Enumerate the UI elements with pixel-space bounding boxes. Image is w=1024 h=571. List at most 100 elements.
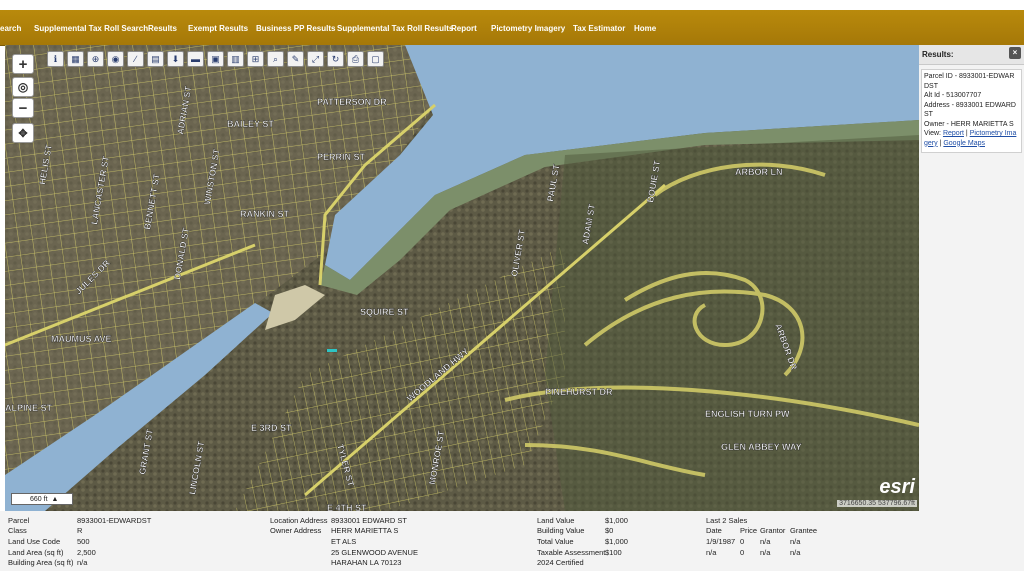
sales-header-grantee: Grantee [790, 526, 818, 535]
street-label: RANKIN ST [240, 209, 290, 219]
sales-header-grantor: Grantor [760, 526, 786, 535]
aerial-map: PATTERSON DR BAILEY ST PERRIN ST RANKIN … [5, 45, 919, 511]
location-label: Location Address [270, 516, 328, 525]
refresh-icon[interactable]: ↻ [327, 51, 344, 67]
save-icon[interactable]: ▢ [367, 51, 384, 67]
results-header: Results: × [919, 45, 1024, 65]
map-toolbar: ℹ ▦ ⊕ ◉ ∕ ▤ ⬇ ▬ ▣ ▥ ⊞ ⌕ ✎ ⤢ ↻ ⎙ ▢ [47, 51, 384, 67]
result-card[interactable]: Parcel ID - 8933001-EDWARDST Alt Id - 51… [921, 69, 1022, 153]
scale-bar: 660 ft ▲ [11, 493, 73, 505]
sale-date: 1/9/1987 [706, 537, 736, 546]
sale-grantor: n/a [760, 548, 771, 557]
building-area-value: n/a [77, 558, 88, 567]
draw-line-icon[interactable]: ∕ [127, 51, 144, 67]
building-area-label: Building Area (sq ft) [8, 558, 74, 567]
result-alt-id: Alt Id - 513007707 [924, 92, 982, 99]
full-extent-icon[interactable]: ⤢ [307, 51, 324, 67]
result-address: Address - 8933001 EDWARD ST [924, 101, 1016, 119]
owner-line: HERR MARIETTA S [331, 526, 399, 535]
result-links: View: Report | Pictometry Imagery | Goog… [924, 130, 1017, 147]
selected-parcel[interactable] [327, 349, 337, 352]
globe-icon[interactable]: ◎ [12, 77, 34, 97]
pencil-icon[interactable]: ✎ [287, 51, 304, 67]
street-label: ENGLISH TURN PW [705, 409, 790, 419]
land-value: $1,000 [605, 516, 628, 525]
nav-business-pp-results[interactable]: Business PP Results [256, 24, 335, 33]
parcel-value: 8933001-EDWARDST [77, 516, 152, 525]
buffer-icon[interactable]: ⊞ [247, 51, 264, 67]
sale-grantor: n/a [760, 537, 771, 546]
street-label: E 3RD ST [251, 423, 292, 433]
nav-exempt-results[interactable]: Exempt Results [188, 24, 248, 33]
street-label: ARBOR LN [735, 167, 783, 177]
grid-icon[interactable]: ▥ [227, 51, 244, 67]
sales-header-price: Price [740, 526, 758, 535]
info-icon[interactable]: ℹ [47, 51, 64, 67]
print-icon[interactable]: ⎙ [347, 51, 364, 67]
location-value: 8933001 EDWARD ST [331, 516, 408, 525]
top-strip [0, 0, 1024, 10]
land-use-label: Land Use Code [8, 537, 61, 546]
street-label: GLEN ABBEY WAY [721, 442, 802, 452]
layers-icon[interactable]: ▤ [147, 51, 164, 67]
parcel-label: Parcel [8, 516, 30, 525]
scale-triangle-icon: ▲ [51, 495, 59, 503]
nav-supplemental-results[interactable]: Supplemental Tax Roll Results [337, 24, 453, 33]
street-label: MAUMUS AVE [51, 334, 112, 344]
class-label: Class [8, 526, 27, 535]
taxable-assessment-label: Taxable Assessment [537, 548, 606, 557]
nav-pictometry[interactable]: Pictometry Imagery [491, 24, 565, 33]
result-owner: Owner - HERR MARIETTA S [924, 120, 1014, 128]
land-area-label: Land Area (sq ft) [8, 548, 64, 557]
google-maps-link[interactable]: Google Maps [943, 140, 985, 147]
sales-header-date: Date [706, 526, 722, 535]
identify-icon[interactable]: ◉ [107, 51, 124, 67]
street-label: SQUIRE ST [360, 307, 409, 317]
result-parcel-id: Parcel ID - 8933001-EDWARDST [924, 73, 1015, 90]
street-label: BAILEY ST [227, 119, 274, 129]
total-value: $1,000 [605, 537, 628, 546]
owner-line: 25 GLENWOOD AVENUE [331, 548, 418, 557]
select-area-icon[interactable]: ▣ [207, 51, 224, 67]
land-use-value: 500 [77, 537, 90, 546]
land-value-label: Land Value [537, 516, 575, 525]
search-icon[interactable]: ⌕ [267, 51, 284, 67]
zoom-box-icon[interactable]: ⊕ [87, 51, 104, 67]
parcel-info-panel: Parcel Class Land Use Code Land Area (sq… [0, 511, 919, 571]
results-title: Results: [922, 50, 954, 59]
land-area-value: 2,500 [77, 548, 96, 557]
nav-tax-estimator[interactable]: Tax Estimator [573, 24, 625, 33]
zoom-in-button[interactable]: + [12, 54, 34, 74]
taxable-assessment-value: $100 [605, 548, 622, 557]
street-label: PATTERSON DR [317, 97, 387, 107]
street-label: PERRIN ST [317, 152, 366, 162]
top-nav: earch Supplemental Tax Roll Search Resul… [0, 10, 1024, 46]
owner-line: ET ALS [331, 537, 357, 546]
parcel-select-icon[interactable]: ▦ [67, 51, 84, 67]
sale-grantee: n/a [790, 537, 801, 546]
scale-label: 660 ft [30, 495, 48, 503]
esri-logo: esri [879, 476, 915, 498]
sales-title: Last 2 Sales [706, 516, 748, 525]
results-panel: Results: × Parcel ID - 8933001-EDWARDST … [919, 45, 1024, 571]
pan-icon[interactable]: ✥ [12, 123, 34, 143]
pin-icon[interactable]: ⬇ [167, 51, 184, 67]
nav-results[interactable]: Results [148, 24, 177, 33]
sale-price: 0 [740, 537, 745, 546]
zoom-out-button[interactable]: − [12, 98, 34, 118]
nav-supplemental-search[interactable]: Supplemental Tax Roll Search [34, 24, 148, 33]
close-button[interactable]: × [1009, 47, 1021, 59]
total-value-label: Total Value [537, 537, 574, 546]
street-label: E 4TH ST [327, 503, 367, 511]
nav-home[interactable]: Home [634, 24, 656, 33]
nav-search[interactable]: earch [0, 24, 21, 33]
report-link[interactable]: Report [943, 130, 964, 137]
nav-report[interactable]: Report [451, 24, 477, 33]
view-label: View: [924, 130, 941, 137]
sale-date: n/a [706, 548, 717, 557]
measure-icon[interactable]: ▬ [187, 51, 204, 67]
building-value-label: Building Value [537, 526, 585, 535]
owner-line: HARAHAN LA 70123 [331, 558, 402, 567]
sale-price: 0 [740, 548, 745, 557]
map-view[interactable]: PATTERSON DR BAILEY ST PERRIN ST RANKIN … [5, 45, 919, 511]
